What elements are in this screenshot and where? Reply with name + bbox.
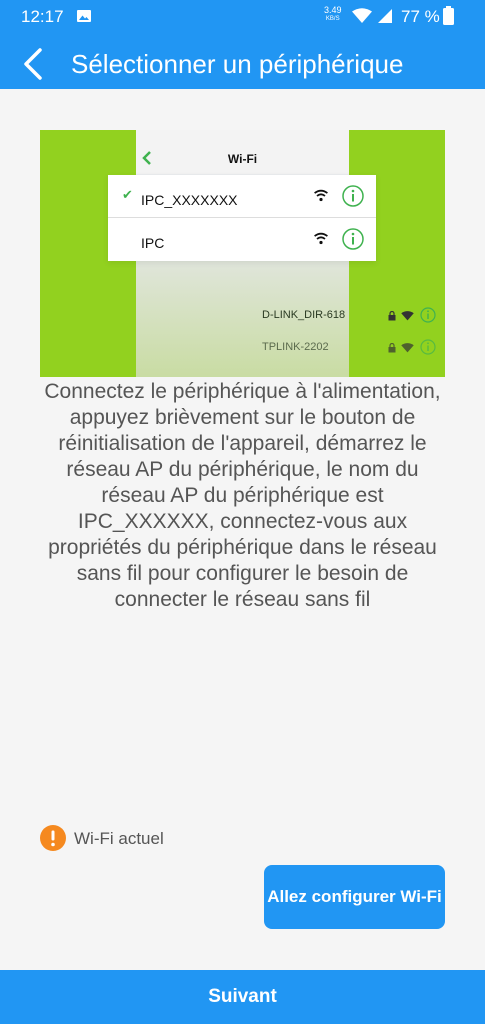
warning-icon: [40, 825, 66, 851]
network-speed-unit: KB/S: [325, 16, 340, 22]
wifi-icon: [401, 343, 414, 353]
info-icon: [420, 307, 436, 323]
wifi-instruction-illustration: Wi-Fi D-LINK_DIR-618 TPLINK-2202 ✔ IPC_X…: [40, 130, 445, 377]
network-row: IPC: [108, 218, 376, 260]
network-speed-value: 3.49: [324, 5, 342, 15]
wifi-icon: [401, 311, 414, 321]
other-network-row: TPLINK-2202: [262, 338, 442, 358]
app-header: 12:17 3.49 KB/S 77 % Sélectionner un pér…: [0, 0, 485, 89]
page-title: Sélectionner un périphérique: [71, 49, 404, 79]
wifi-icon: [314, 189, 328, 202]
current-wifi-label: Wi-Fi actuel: [74, 829, 164, 848]
image-notification-icon: [77, 10, 91, 22]
phone-screen-title: Wi-Fi: [227, 152, 258, 166]
info-icon: [342, 185, 364, 207]
network-row-selected: ✔ IPC_XXXXXXX: [108, 175, 376, 218]
phone-header: Wi-Fi: [136, 130, 349, 174]
wifi-status-icon: [352, 8, 372, 23]
back-button[interactable]: [14, 44, 54, 84]
battery-percentage: 77 %: [401, 7, 440, 26]
highlighted-network-card: ✔ IPC_XXXXXXX IPC: [108, 175, 376, 261]
configure-wifi-button[interactable]: Allez configurer Wi-Fi: [264, 865, 445, 929]
other-network-row: D-LINK_DIR-618: [262, 306, 442, 326]
network-name: IPC: [141, 235, 165, 251]
checkmark-icon: ✔: [122, 187, 133, 202]
network-name: D-LINK_DIR-618: [262, 309, 346, 321]
lock-icon: [388, 343, 396, 353]
network-name: IPC_XXXXXXX: [141, 192, 238, 208]
status-bar: 12:17 3.49 KB/S 77 %: [0, 0, 485, 34]
cellular-signal-icon: [378, 9, 392, 23]
lock-icon: [388, 311, 396, 321]
network-name: TPLINK-2202: [262, 341, 329, 353]
info-icon: [342, 228, 364, 250]
wifi-icon: [314, 232, 328, 245]
info-icon: [420, 339, 436, 355]
network-speed: 3.49 KB/S: [324, 6, 342, 24]
status-time: 12:17: [21, 7, 64, 26]
instruction-text: Connectez le périphérique à l'alimentati…: [44, 380, 441, 611]
battery-icon: [443, 6, 454, 25]
next-button[interactable]: Suivant: [0, 970, 485, 1024]
